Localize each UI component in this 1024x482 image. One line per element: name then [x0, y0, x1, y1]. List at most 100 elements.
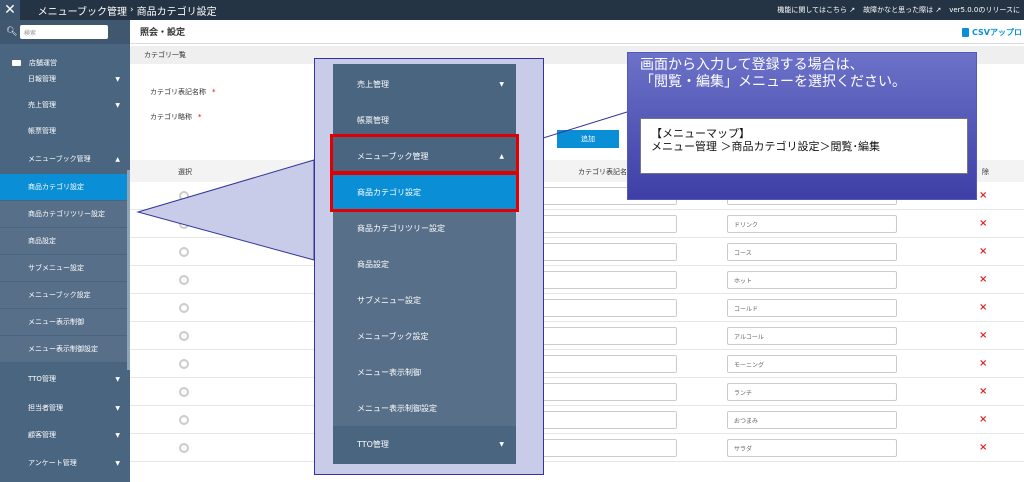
table-row: コース ×: [130, 238, 1024, 266]
note-line-2: 「閲覧・編集」メニューを選択ください。: [640, 74, 906, 90]
sidebar-item-label: 売上管理: [28, 101, 56, 109]
row-select-radio[interactable]: [179, 331, 189, 341]
zoom-menu-label: メニュー表示制御: [357, 367, 421, 377]
sidebar-item-customer[interactable]: 顧客管理 ▼: [0, 422, 130, 448]
sidebar-item-label: メニュー表示制御: [28, 318, 84, 326]
short-name-input[interactable]: おつまみ: [727, 411, 897, 429]
close-icon[interactable]: ✕: [0, 0, 20, 20]
csv-upload-label: CSVアップロ: [972, 28, 1022, 37]
row-select-radio[interactable]: [179, 191, 189, 201]
row-select-radio[interactable]: [179, 247, 189, 257]
short-name-label: カテゴリ略称 *: [150, 112, 202, 122]
sidebar-item-category-tree[interactable]: 商品カテゴリツリー設定: [0, 201, 130, 227]
chevron-down-icon: ▼: [115, 459, 120, 467]
display-name-input[interactable]: [533, 411, 677, 429]
zoom-menu-item[interactable]: メニューブック設定: [333, 318, 516, 354]
sidebar-item-survey[interactable]: アンケート管理 ▼: [0, 450, 130, 476]
display-name-input[interactable]: [533, 299, 677, 317]
csv-upload-button[interactable]: CSVアップロ: [962, 27, 1022, 38]
sidebar-item-label: 日報管理: [28, 75, 56, 83]
sidebar-item-label: 商品設定: [28, 237, 56, 245]
sidebar-item-menubook[interactable]: メニューブック管理 ▲: [0, 146, 130, 172]
zoom-menu-item[interactable]: 売上管理 ▼: [333, 66, 516, 102]
delete-icon[interactable]: ×: [979, 330, 987, 341]
row-select-radio[interactable]: [179, 303, 189, 313]
breadcrumb-parent[interactable]: メニューブック管理: [20, 3, 127, 18]
zoom-menu-item[interactable]: TTO管理 ▼: [333, 426, 516, 462]
sidebar-item-menu-display-settings[interactable]: メニュー表示制御設定: [0, 336, 130, 362]
sidebar-item-menu-display[interactable]: メニュー表示制御: [0, 309, 130, 335]
breadcrumb-separator: ›: [130, 5, 134, 15]
document-icon: [962, 28, 970, 37]
zoom-menu: 売上管理 ▼ 帳票管理 メニューブック管理 ▲ 商品カテゴリ設定 商品カテゴリツリー設定 商品…: [333, 64, 516, 464]
zoom-menu-label: 商品設定: [357, 259, 389, 269]
trouble-link[interactable]: 故障かなと思った際は: [863, 5, 941, 15]
sidebar-item-product-category[interactable]: 商品カテゴリ設定: [0, 174, 130, 200]
zoom-menu-label: メニュー表示制御設定: [357, 403, 437, 413]
sidebar-item-menubook-settings[interactable]: メニューブック設定: [0, 282, 130, 308]
delete-icon[interactable]: ×: [979, 386, 987, 397]
zoom-menu-label: 売上管理: [357, 79, 389, 89]
sidebar-item-product-settings[interactable]: 商品設定: [0, 228, 130, 254]
display-name-input[interactable]: [533, 215, 677, 233]
feature-link[interactable]: 機能に関してはこちら: [777, 5, 855, 15]
short-name-input[interactable]: ドリンク: [727, 215, 897, 233]
row-select-radio[interactable]: [179, 443, 189, 453]
version-link[interactable]: ver5.0.0のリリースに: [949, 5, 1020, 15]
sidebar-item-sales[interactable]: 売上管理 ▼: [0, 92, 130, 118]
short-name-input[interactable]: コース: [727, 243, 897, 261]
zoom-menu-label: 帳票管理: [357, 115, 389, 125]
delete-icon[interactable]: ×: [979, 190, 987, 201]
short-name-input[interactable]: アルコール: [727, 327, 897, 345]
add-button[interactable]: 追加: [557, 130, 619, 148]
zoom-menu-item[interactable]: サブメニュー設定: [333, 282, 516, 318]
delete-icon[interactable]: ×: [979, 302, 987, 313]
required-mark: *: [198, 113, 202, 121]
delete-icon[interactable]: ×: [979, 246, 987, 257]
row-select-radio[interactable]: [179, 219, 189, 229]
chevron-up-icon: ▲: [115, 155, 120, 163]
sidebar-item-staff[interactable]: 担当者管理 ▼: [0, 395, 130, 421]
breadcrumb: メニューブック管理 › 商品カテゴリ設定: [20, 3, 217, 18]
zoom-menu-item[interactable]: 商品カテゴリツリー設定: [333, 210, 516, 246]
sidebar-item-submenu[interactable]: サブメニュー設定: [0, 255, 130, 281]
short-name-input[interactable]: サラダ: [727, 439, 897, 457]
menu-map-path: メニュー管理 ＞商品カテゴリ設定＞閲覧･編集: [651, 140, 880, 153]
zoom-menu-item[interactable]: メニュー表示制御設定: [333, 390, 516, 426]
col-delete: 除: [982, 168, 989, 176]
display-name-input[interactable]: [533, 355, 677, 373]
display-name-input[interactable]: [533, 439, 677, 457]
display-name-input[interactable]: [533, 327, 677, 345]
menu-map-title: 【メニューマップ】: [651, 127, 750, 140]
row-select-radio[interactable]: [179, 387, 189, 397]
zoom-menu-label: メニューブック設定: [357, 331, 429, 341]
display-name-input[interactable]: [533, 243, 677, 261]
delete-icon[interactable]: ×: [979, 218, 987, 229]
row-select-radio[interactable]: [179, 275, 189, 285]
delete-icon[interactable]: ×: [979, 358, 987, 369]
search-input[interactable]: 検索: [20, 25, 108, 39]
header-links: 機能に関してはこちら 故障かなと思った際は ver5.0.0のリリースに: [777, 5, 1024, 15]
display-name-input[interactable]: [533, 383, 677, 401]
display-name-input[interactable]: [533, 271, 677, 289]
row-select-radio[interactable]: [179, 415, 189, 425]
sidebar-item-reports[interactable]: 帳票管理: [0, 118, 130, 144]
short-name-input[interactable]: コールド: [727, 299, 897, 317]
delete-icon[interactable]: ×: [979, 414, 987, 425]
row-select-radio[interactable]: [179, 359, 189, 369]
chevron-down-icon: ▼: [115, 75, 120, 83]
sidebar-item-daily-report[interactable]: 日報管理 ▼: [0, 66, 130, 92]
zoom-menu-item[interactable]: 帳票管理: [333, 102, 516, 138]
delete-icon[interactable]: ×: [979, 274, 987, 285]
sidebar: 🔍︎ 検索 店舗運営 日報管理 ▼ 売上管理 ▼ 帳票管理 メニューブック管理 ▲ 商…: [0, 20, 130, 482]
short-name-input[interactable]: ホット: [727, 271, 897, 289]
short-name-input[interactable]: モーニング: [727, 355, 897, 373]
chevron-down-icon: ▼: [115, 431, 120, 439]
sidebar-item-tto[interactable]: TTO管理 ▼: [0, 366, 130, 392]
zoom-menu-item[interactable]: メニュー表示制御: [333, 354, 516, 390]
sidebar-item-label: 商品カテゴリ設定: [28, 183, 84, 191]
zoom-menu-item[interactable]: 商品設定: [333, 246, 516, 282]
short-name-input[interactable]: ランチ: [727, 383, 897, 401]
delete-icon[interactable]: ×: [979, 442, 987, 453]
required-mark: *: [212, 88, 216, 96]
